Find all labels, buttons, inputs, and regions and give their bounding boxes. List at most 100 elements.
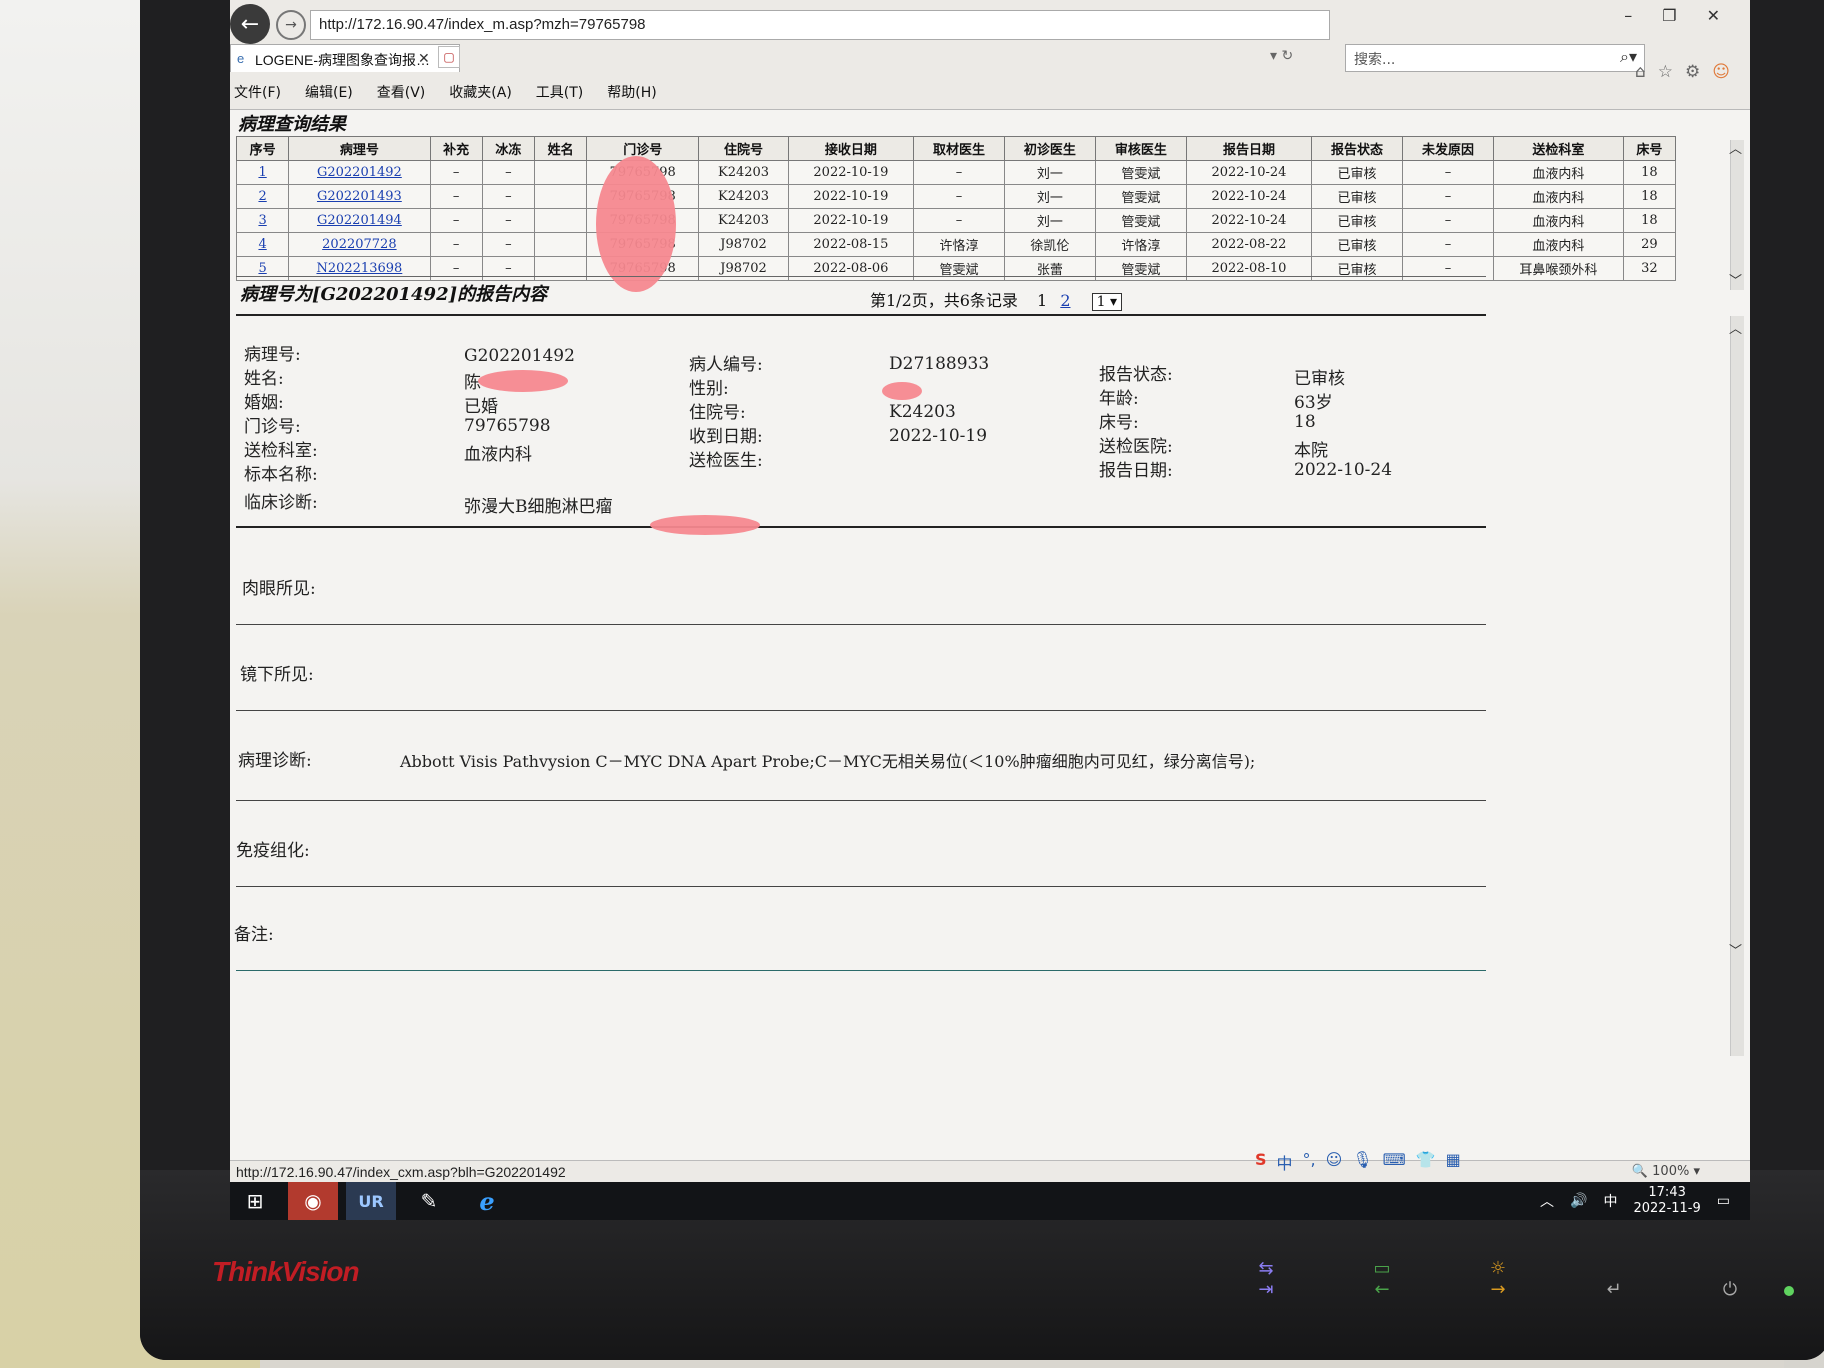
enter-icon[interactable]: ↵: [1584, 1258, 1644, 1300]
shirt-icon[interactable]: 👕: [1416, 1150, 1436, 1174]
row-blh[interactable]: 202207728: [288, 232, 431, 257]
value-inpatient: K24203: [889, 402, 956, 422]
divider: [236, 276, 1486, 277]
grid-icon[interactable]: ▦: [1446, 1150, 1461, 1174]
row-index[interactable]: 4: [235, 232, 290, 257]
back-arrow-icon[interactable]: ←: [230, 4, 270, 44]
status-bar: http://172.16.90.47/index_cxm.asp?blh=G2…: [230, 1160, 1750, 1182]
table-row[interactable]: 1 G202201492 – – 79765798 K24203 2022-10…: [235, 160, 1677, 185]
row-blh-link[interactable]: N202213698: [316, 261, 402, 276]
address-bar[interactable]: http://172.16.90.47/index_m.asp?mzh=7976…: [310, 10, 1330, 40]
value-bed: 18: [1294, 412, 1316, 432]
volume-icon[interactable]: 🔊: [1570, 1193, 1587, 1209]
row-blh-link[interactable]: G202201492: [317, 165, 402, 180]
search-input[interactable]: 搜索...: [1345, 44, 1645, 72]
internet-explorer-icon[interactable]: e: [462, 1182, 512, 1220]
value-hospital: 本院: [1294, 441, 1328, 461]
scroll-down-icon[interactable]: ﹀: [1729, 270, 1742, 289]
divider: [236, 970, 1486, 971]
minimize-icon[interactable]: –: [1624, 6, 1632, 25]
row-report-date: 2022-10-24: [1185, 184, 1313, 209]
ime-lang-zh[interactable]: 中: [1277, 1150, 1293, 1174]
row-blh[interactable]: G202201494: [288, 208, 431, 233]
clock-time: 17:43: [1648, 1185, 1686, 1200]
power-icon[interactable]: ⏻: [1700, 1258, 1760, 1300]
menu-file[interactable]: 文件(F): [234, 78, 281, 104]
scroll-down-icon[interactable]: ﹀: [1729, 940, 1742, 959]
row-blh-link[interactable]: G202201493: [317, 189, 402, 204]
table-row[interactable]: 4 202207728 – – 79765798 J98702 2022-08-…: [235, 232, 1677, 257]
value-clinical: 弥漫大B细胞淋巴瘤: [464, 497, 613, 517]
row-index-link[interactable]: 3: [258, 213, 266, 228]
col-initial-doctor: 初诊医生: [1003, 136, 1096, 161]
scroll-up-icon[interactable]: ︿: [1729, 318, 1742, 337]
zoom-level[interactable]: 🔍 100% ▾: [1632, 1164, 1700, 1179]
clock[interactable]: 17:43 2022-11-9: [1633, 1185, 1700, 1217]
row-dept: 耳鼻喉颈外科: [1492, 256, 1624, 281]
table-scrollbar[interactable]: [1730, 140, 1744, 290]
row-blh-link[interactable]: 202207728: [322, 237, 396, 252]
row-bed: 18: [1622, 160, 1677, 185]
tray-chevron-up-icon[interactable]: ︿: [1540, 1191, 1554, 1211]
back-icon[interactable]: ▭ ←: [1352, 1258, 1412, 1300]
scroll-up-icon[interactable]: ︿: [1729, 138, 1742, 157]
row-blh[interactable]: G202201493: [288, 184, 431, 209]
divider: [236, 314, 1486, 316]
refresh-icon[interactable]: ▾ ↻: [1270, 48, 1293, 64]
windows-start-icon[interactable]: ⊞: [230, 1182, 280, 1220]
browser-toolbar-icons: ⌂ ☆ ⚙ ☺: [1635, 62, 1730, 82]
microphone-icon[interactable]: 🎙: [1352, 1150, 1372, 1174]
col-sampling-doctor: 取材医生: [912, 136, 1005, 161]
row-index-link[interactable]: 5: [258, 261, 266, 276]
page-select[interactable]: 1 ▾: [1091, 293, 1122, 311]
row-index-link[interactable]: 1: [258, 165, 266, 180]
new-tab-icon[interactable]: ▢: [438, 46, 460, 68]
sogou-ime-icon[interactable]: S: [1255, 1150, 1267, 1174]
tab-close-icon[interactable]: ✕: [418, 51, 430, 67]
forward-arrow-icon[interactable]: →: [276, 10, 306, 40]
row-index[interactable]: 1: [235, 160, 290, 185]
menu-tools[interactable]: 工具(T): [536, 78, 583, 104]
tray-ime[interactable]: 中: [1603, 1191, 1617, 1211]
menu-favorites[interactable]: 收藏夹(A): [449, 78, 512, 104]
value-blh: G202201492: [464, 346, 575, 366]
row-supplement: –: [429, 160, 483, 185]
menu-edit[interactable]: 编辑(E): [305, 78, 353, 104]
home-icon[interactable]: ⌂: [1635, 62, 1646, 82]
row-index-link[interactable]: 4: [258, 237, 266, 252]
row-index[interactable]: 2: [235, 184, 290, 209]
label-received: 收到日期:: [689, 427, 763, 447]
emoji-icon[interactable]: ☺: [1326, 1150, 1343, 1174]
value-status: 已审核: [1294, 369, 1345, 389]
value-report-date: 2022-10-24: [1294, 460, 1393, 480]
brightness-icon[interactable]: ☼ →: [1468, 1258, 1528, 1300]
punctuation-icon[interactable]: °,: [1303, 1150, 1316, 1174]
menu-view[interactable]: 查看(V): [377, 78, 426, 104]
row-index-link[interactable]: 2: [258, 189, 266, 204]
table-row[interactable]: 3 G202201494 – – 79765798 K24203 2022-10…: [235, 208, 1677, 233]
page-link-2[interactable]: 2: [1060, 291, 1070, 310]
keyboard-icon[interactable]: ⌨: [1383, 1150, 1406, 1174]
table-row[interactable]: 2 G202201493 – – 79765798 K24203 2022-10…: [235, 184, 1677, 209]
row-index[interactable]: 3: [235, 208, 290, 233]
maximize-icon[interactable]: ❐: [1662, 6, 1676, 25]
menu-help[interactable]: 帮助(H): [607, 78, 656, 104]
close-window-icon[interactable]: ✕: [1707, 6, 1720, 25]
label-bed: 床号:: [1099, 413, 1139, 433]
row-unsent-reason: –: [1402, 184, 1494, 209]
smiley-icon[interactable]: ☺: [1712, 62, 1730, 82]
col-review-doctor: 审核医生: [1094, 136, 1187, 161]
row-blh[interactable]: G202201492: [288, 160, 431, 185]
row-frozen: –: [481, 184, 535, 209]
notification-icon[interactable]: ▭: [1717, 1193, 1730, 1209]
settings-gear-icon[interactable]: ⚙: [1685, 62, 1700, 82]
favorites-star-icon[interactable]: ☆: [1658, 62, 1673, 82]
app-icon-n[interactable]: ◉: [288, 1182, 338, 1220]
redaction-sex: [882, 382, 922, 400]
row-blh-link[interactable]: G202201494: [317, 213, 402, 228]
label-outpatient: 门诊号:: [244, 417, 301, 437]
label-marital: 婚姻:: [244, 393, 284, 413]
input-source-icon[interactable]: ⇆ ⇥: [1236, 1258, 1296, 1300]
app-icon-ur[interactable]: UR: [346, 1182, 396, 1220]
app-icon-tool[interactable]: ✎: [404, 1182, 454, 1220]
